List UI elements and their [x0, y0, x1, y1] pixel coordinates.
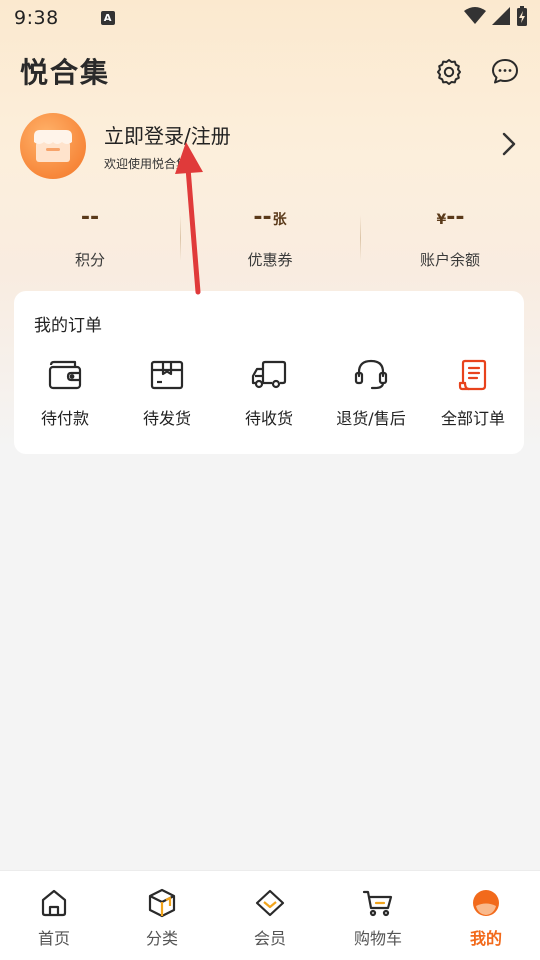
- login-register-title[interactable]: 立即登录/注册: [104, 120, 231, 149]
- stat-coupons-label: 优惠券: [247, 251, 293, 269]
- tab-category[interactable]: 分类: [108, 871, 216, 960]
- order-pending-payment[interactable]: 待付款: [14, 355, 116, 429]
- tab-home[interactable]: 首页: [0, 871, 108, 960]
- cart-icon: [362, 887, 394, 919]
- stat-points[interactable]: -- 积分: [0, 205, 180, 275]
- tab-profile-label: 我的: [469, 929, 502, 948]
- stat-points-label: 积分: [74, 251, 105, 269]
- welcome-subtitle: 欢迎使用悦合集: [104, 157, 189, 171]
- tab-cart-label: 购物车: [353, 929, 402, 948]
- stat-points-value: --: [80, 205, 100, 230]
- tab-profile[interactable]: 我的: [432, 871, 540, 960]
- delivery-truck-icon: [249, 355, 289, 395]
- my-orders-card: 我的订单 待付款 待发货 待收货 退货/售后 全部订单: [14, 291, 524, 454]
- status-bar: 9:38 A: [0, 0, 540, 36]
- chevron-right-icon[interactable]: [502, 132, 516, 160]
- gear-icon[interactable]: [434, 56, 464, 86]
- order-list-icon: [453, 355, 493, 395]
- order-pending-receipt-label: 待收货: [244, 409, 293, 428]
- package-box-icon: [147, 355, 187, 395]
- home-icon: [38, 887, 70, 919]
- wallet-icon: [45, 355, 85, 395]
- stat-coupons-value: -- 张: [253, 205, 287, 230]
- order-pending-shipment[interactable]: 待发货: [116, 355, 218, 429]
- stat-balance-value: ¥ --: [436, 205, 465, 230]
- headset-icon: [351, 355, 391, 395]
- chat-bubble-icon[interactable]: [490, 56, 520, 86]
- avatar[interactable]: [20, 113, 86, 179]
- tab-member[interactable]: 会员: [216, 871, 324, 960]
- stat-balance-label: 账户余额: [419, 251, 480, 269]
- tab-category-label: 分类: [145, 929, 178, 948]
- battery-icon: [516, 6, 528, 30]
- status-time: 9:38: [14, 7, 59, 29]
- order-returns-aftersales-label: 退货/售后: [336, 409, 406, 428]
- tab-member-label: 会员: [253, 929, 286, 948]
- order-all-label: 全部订单: [440, 409, 505, 428]
- order-pending-shipment-label: 待发货: [142, 409, 191, 428]
- tab-cart[interactable]: 购物车: [324, 871, 432, 960]
- bottom-tab-bar: 首页 分类 会员 购物车 我的: [0, 870, 540, 960]
- app-logo: 悦合集: [20, 56, 111, 89]
- order-all[interactable]: 全部订单: [422, 355, 524, 429]
- member-diamond-icon: [254, 887, 286, 919]
- top-header: 悦合集: [0, 46, 540, 96]
- order-pending-payment-label: 待付款: [40, 409, 89, 428]
- category-cube-icon: [146, 887, 178, 919]
- login-profile-row[interactable]: 立即登录/注册 欢迎使用悦合集: [20, 112, 520, 180]
- wifi-icon: [464, 7, 486, 29]
- order-returns-aftersales[interactable]: 退货/售后: [320, 355, 422, 429]
- accessibility-notification-icon: A: [100, 11, 115, 25]
- tab-home-label: 首页: [37, 929, 70, 948]
- signal-icon: [492, 7, 510, 29]
- account-stats: -- 积分 -- 张 优惠券 ¥ -- 账户余额: [0, 205, 540, 275]
- my-orders-title: 我的订单: [34, 316, 102, 336]
- stat-coupons[interactable]: -- 张 优惠券: [180, 205, 360, 275]
- stat-balance[interactable]: ¥ -- 账户余额: [360, 205, 540, 275]
- profile-icon: [470, 887, 502, 919]
- order-pending-receipt[interactable]: 待收货: [218, 355, 320, 429]
